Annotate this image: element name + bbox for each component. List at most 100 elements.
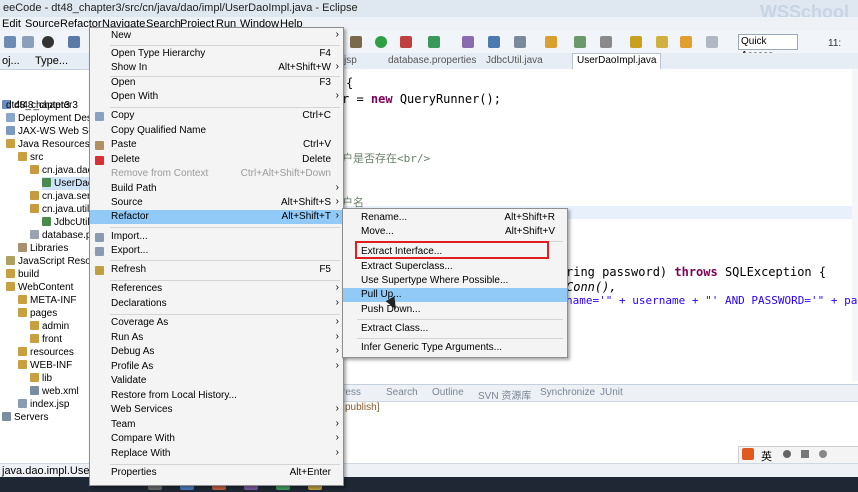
submenu-item-rename[interactable]: Rename... Alt+Shift+R — [343, 211, 567, 225]
save-icon[interactable] — [22, 36, 34, 48]
tree-item[interactable]: Servers — [2, 411, 48, 424]
task-icon[interactable] — [600, 36, 612, 48]
menu-item-copy-qualified-name[interactable]: Copy Qualified Name — [90, 124, 343, 138]
tree-item[interactable]: UserDao — [42, 177, 94, 190]
menu-item-export[interactable]: Export... — [90, 244, 343, 258]
tree-item[interactable]: database.pr — [30, 229, 95, 242]
tree-item[interactable]: dt48_chapter3 — [6, 99, 70, 112]
tree-item[interactable]: META-INF — [18, 294, 76, 307]
new-class-icon[interactable] — [428, 36, 440, 48]
menu-item-run-as[interactable]: Run As › — [90, 331, 343, 345]
submenu-item-pull-up[interactable]: Pull Up... — [343, 288, 567, 302]
menu-item-open[interactable]: Open F3 — [90, 76, 343, 90]
menu-item-profile-as[interactable]: Profile As › — [90, 360, 343, 374]
submenu-item-use-supertype[interactable]: Use Supertype Where Possible... — [343, 274, 567, 288]
settings-icon[interactable] — [819, 450, 827, 458]
menu-item-delete[interactable]: Delete Delete — [90, 153, 343, 167]
menu-item-restore-from-local-history[interactable]: Restore from Local History... — [90, 389, 343, 403]
menu-item-paste[interactable]: Paste Ctrl+V — [90, 138, 343, 152]
menu-item-refactor[interactable]: Refactor Alt+Shift+T › — [90, 210, 343, 224]
menu-item-refresh[interactable]: Refresh F5 — [90, 263, 343, 277]
menu-source[interactable]: Source — [25, 18, 60, 30]
tree-item[interactable]: front — [30, 333, 62, 346]
debug-icon[interactable] — [42, 36, 54, 48]
next-annotation-icon[interactable] — [630, 36, 642, 48]
back-icon[interactable] — [680, 36, 692, 48]
menu-item-references[interactable]: References › — [90, 282, 343, 296]
quick-access-input[interactable]: Quick Access — [738, 34, 798, 61]
tree-item[interactable]: JAX-WS Web Serv — [6, 125, 102, 138]
ime-language[interactable]: 英 — [761, 448, 772, 464]
menu-item-open-with[interactable]: Open With › — [90, 90, 343, 104]
tree-item[interactable]: cn.java.serv — [30, 190, 95, 203]
submenu-item-infer-generic-type-arguments[interactable]: Infer Generic Type Arguments... — [343, 341, 567, 355]
sogou-icon[interactable] — [742, 448, 754, 460]
prev-annotation-icon[interactable] — [656, 36, 668, 48]
submenu-item-push-down[interactable]: Push Down... — [343, 303, 567, 317]
menu-item-validate[interactable]: Validate — [90, 374, 343, 388]
tree-item[interactable]: src — [18, 151, 43, 164]
tree-item[interactable]: build — [6, 268, 39, 281]
submenu-item-move[interactable]: Move... Alt+Shift+V — [343, 225, 567, 239]
menu-item-replace-with[interactable]: Replace With › — [90, 447, 343, 461]
tree-item[interactable]: Java Resources — [6, 138, 90, 151]
annotation-icon[interactable] — [574, 36, 586, 48]
tree-item[interactable]: cn.java.utils — [30, 203, 94, 216]
open-type-icon[interactable] — [462, 36, 474, 48]
menu-item-show-in[interactable]: Show In Alt+Shift+W › — [90, 61, 343, 75]
forward-icon[interactable] — [706, 36, 718, 48]
tab-jdbcutil[interactable]: JdbcUtil.java — [486, 55, 543, 66]
run-config-icon[interactable] — [350, 36, 362, 48]
tab-type-hierarchy[interactable]: Type... — [35, 55, 68, 67]
menu-item-debug-as[interactable]: Debug As › — [90, 345, 343, 359]
tab-synchronize[interactable]: Synchronize — [540, 387, 595, 398]
server-icon[interactable] — [68, 36, 80, 48]
menu-item-remove-from-context[interactable]: Remove from Context Ctrl+Alt+Shift+Down — [90, 167, 343, 181]
menu-item-import[interactable]: Import... — [90, 230, 343, 244]
menu-item-declarations[interactable]: Declarations › — [90, 297, 343, 311]
jdbc-icon[interactable] — [514, 36, 526, 48]
menu-item-open-type-hierarchy[interactable]: Open Type Hierarchy F4 — [90, 47, 343, 61]
new-icon[interactable] — [4, 36, 16, 48]
run-icon[interactable] — [375, 36, 387, 48]
tree-item[interactable]: resources — [18, 346, 74, 359]
keyboard-icon[interactable] — [801, 450, 809, 458]
tab-project-explorer[interactable]: oj... — [2, 55, 20, 67]
tree-item[interactable]: JdbcUtil. — [42, 216, 92, 229]
tree-item[interactable]: WEB-INF — [18, 359, 72, 372]
tab-svn-repository[interactable]: SVN 资源库 — [478, 387, 531, 402]
menu-item-copy[interactable]: Copy Ctrl+C — [90, 109, 343, 123]
highlight-annotation-box — [355, 241, 549, 259]
tab-progress[interactable]: ress — [342, 387, 361, 398]
tab-junit[interactable]: JUnit — [600, 387, 623, 398]
menu-item-build-path[interactable]: Build Path › — [90, 182, 343, 196]
tree-item[interactable]: web.xml — [30, 385, 79, 398]
menu-item-coverage-as[interactable]: Coverage As › — [90, 316, 343, 330]
menu-item-team[interactable]: Team › — [90, 418, 343, 432]
menu-item-properties[interactable]: Properties Alt+Enter — [90, 466, 343, 480]
submenu-item-extract-superclass[interactable]: Extract Superclass... — [343, 260, 567, 274]
menu-item-web-services[interactable]: Web Services › — [90, 403, 343, 417]
tree-item[interactable]: index.jsp — [18, 398, 69, 411]
tree-item[interactable]: Libraries — [18, 242, 68, 255]
tree-item[interactable]: Deployment Desc — [6, 112, 97, 125]
tree-item[interactable]: admin — [30, 320, 69, 333]
submenu-item-extract-class[interactable]: Extract Class... — [343, 322, 567, 336]
menu-item-new[interactable]: New › — [90, 29, 343, 43]
tab-userdaoimpl[interactable]: UserDaoImpl.java — [572, 53, 662, 70]
tab-search[interactable]: Search — [386, 387, 418, 398]
tree-item[interactable]: cn.java.dao — [30, 164, 93, 177]
menu-item-compare-with[interactable]: Compare With › — [90, 432, 343, 446]
tree-item[interactable]: pages — [18, 307, 57, 320]
pen-icon[interactable] — [545, 36, 557, 48]
tab-jsp[interactable]: jsp — [344, 55, 357, 66]
punctuation-icon[interactable] — [783, 450, 791, 458]
menu-item-source[interactable]: Source Alt+Shift+S › — [90, 196, 343, 210]
search-icon[interactable] — [488, 36, 500, 48]
external-tools-icon[interactable] — [400, 36, 412, 48]
tree-item[interactable]: WebContent — [6, 281, 73, 294]
tab-database-properties[interactable]: database.properties — [388, 55, 476, 66]
tab-outline[interactable]: Outline — [432, 387, 464, 398]
tree-item[interactable]: lib — [30, 372, 52, 385]
menu-edit[interactable]: Edit — [2, 18, 21, 30]
